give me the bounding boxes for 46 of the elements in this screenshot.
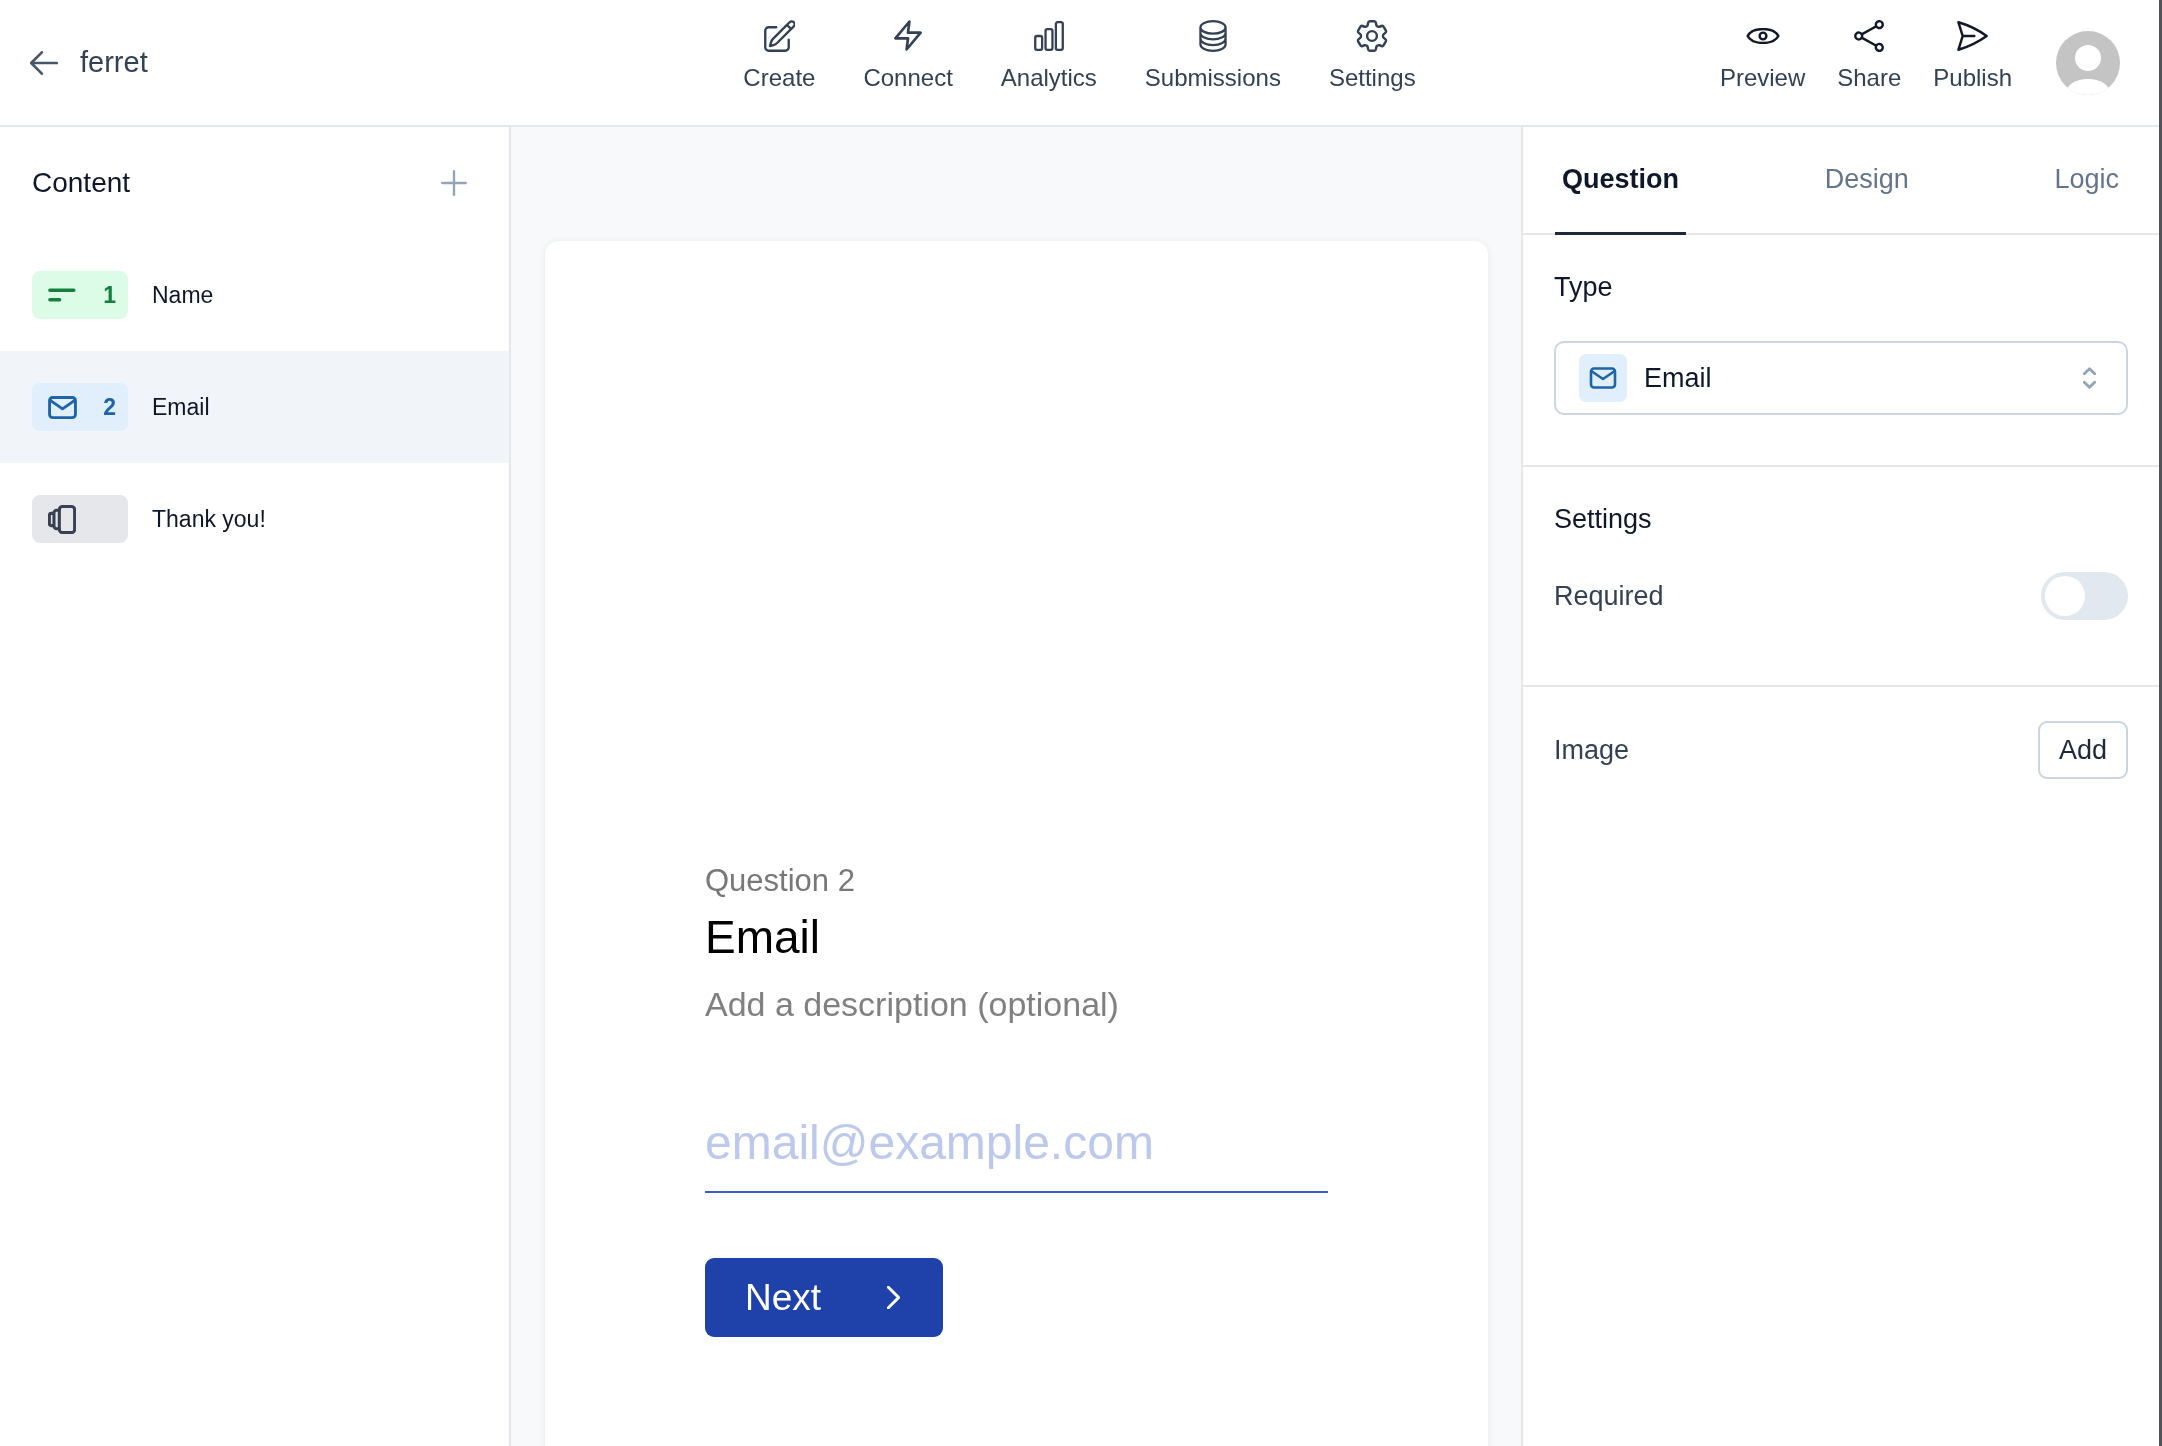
settings-icon bbox=[1355, 19, 1390, 52]
question-number: 2 bbox=[103, 393, 116, 421]
field-label: Type bbox=[1554, 271, 1614, 303]
question-title: Email bbox=[705, 910, 822, 965]
database-icon bbox=[1198, 19, 1227, 52]
share-icon bbox=[1854, 19, 1885, 52]
setting-label: Image bbox=[1554, 734, 1630, 766]
panel-tab[interactable]: Question bbox=[1555, 127, 1686, 235]
nav-button[interactable]: Analytics bbox=[1000, 19, 1097, 92]
panel-tab[interactable]: Logic bbox=[2047, 127, 2126, 235]
chevron-right-icon bbox=[887, 1286, 900, 1309]
card-stack-icon bbox=[48, 504, 76, 534]
avatar-icon[interactable] bbox=[2056, 30, 2120, 95]
envelope-icon bbox=[1579, 354, 1627, 402]
bar-chart-icon bbox=[1033, 20, 1064, 51]
setting-label: Required bbox=[1554, 580, 1664, 612]
action-button[interactable]: Share bbox=[1837, 19, 1902, 92]
text-lines-icon bbox=[48, 288, 76, 302]
paper-plane-icon bbox=[1957, 20, 1989, 51]
email-input[interactable]: email@example.com bbox=[705, 1099, 1328, 1193]
action-button[interactable]: Preview bbox=[1719, 19, 1806, 92]
next-button[interactable]: Next bbox=[705, 1258, 943, 1337]
content-item[interactable]: 1 Name bbox=[0, 239, 509, 351]
lightning-icon bbox=[894, 20, 923, 51]
nav-button[interactable]: Settings bbox=[1328, 19, 1416, 92]
nav-button[interactable]: Create bbox=[743, 19, 816, 92]
section-title: Settings bbox=[1554, 503, 1653, 535]
add-button[interactable]: Add bbox=[2038, 721, 2128, 779]
plus-icon[interactable] bbox=[441, 170, 467, 196]
description-text: Add a description (optional) bbox=[705, 984, 1120, 1025]
chevron-up-down-icon bbox=[2083, 366, 2096, 390]
type-select[interactable]: Email bbox=[1554, 341, 2128, 415]
required-toggle[interactable] bbox=[2041, 572, 2128, 620]
action-button[interactable]: Publish bbox=[1933, 19, 2012, 92]
question-number-label: Question 2 bbox=[705, 862, 856, 899]
project-title: ferret bbox=[80, 46, 148, 79]
envelope-icon bbox=[48, 395, 77, 419]
content-item[interactable]: 2 Email bbox=[0, 351, 509, 463]
section-title: Content bbox=[32, 167, 131, 199]
eye-icon bbox=[1745, 27, 1780, 44]
content-item[interactable]: Thank you! bbox=[0, 463, 509, 575]
nav-button[interactable]: Submissions bbox=[1144, 19, 1281, 92]
nav-button[interactable]: Connect bbox=[863, 19, 953, 92]
question-number: 1 bbox=[103, 281, 116, 309]
arrow-left-icon[interactable] bbox=[30, 50, 58, 75]
panel-tab[interactable]: Design bbox=[1817, 127, 1916, 235]
